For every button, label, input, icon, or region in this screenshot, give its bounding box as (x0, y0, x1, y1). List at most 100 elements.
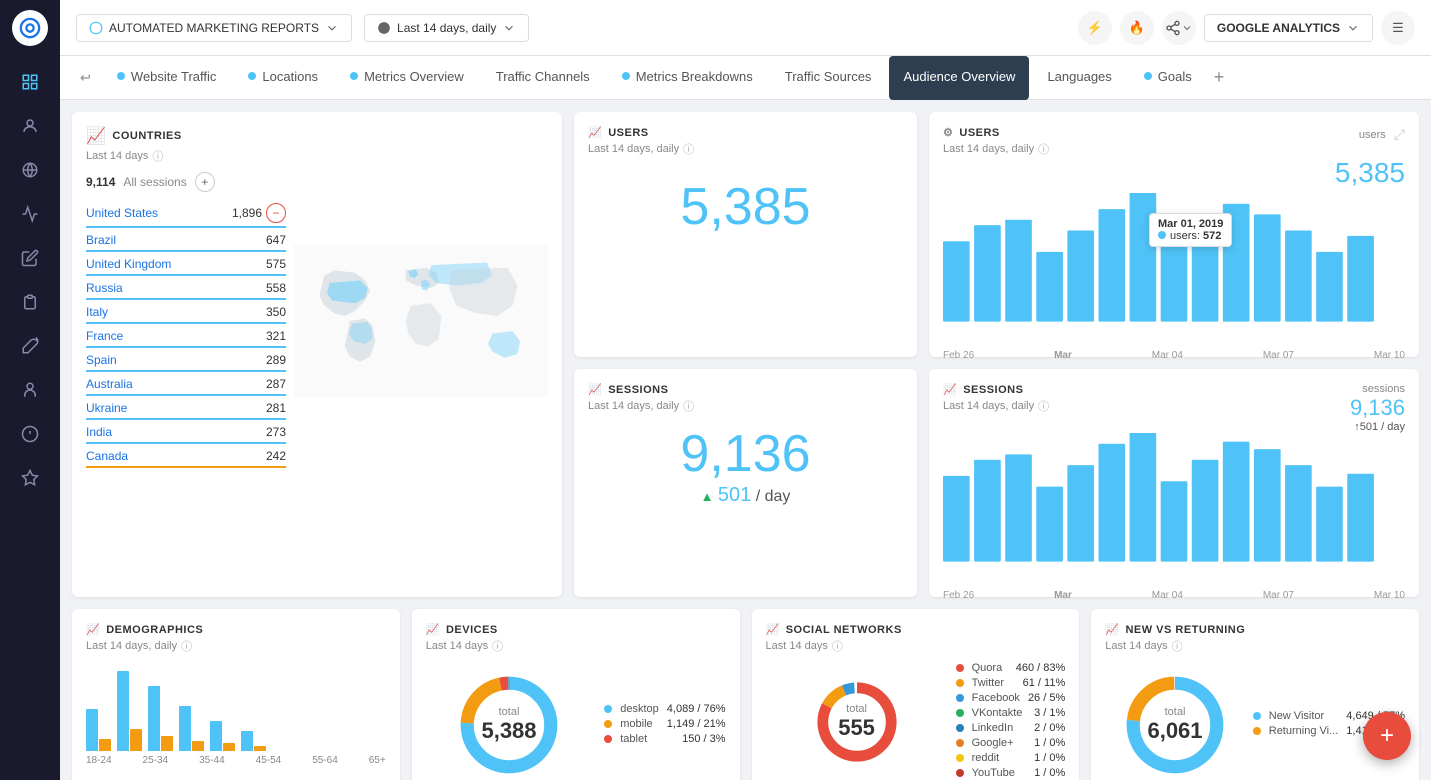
menu-icon-btn[interactable]: ☰ (1381, 11, 1415, 45)
tab-traffic-sources[interactable]: Traffic Sources (771, 56, 886, 100)
tab-goals[interactable]: Goals (1130, 56, 1206, 100)
expand-icon[interactable]: ⤢ (1394, 126, 1405, 143)
new-returning-subtitle: Last 14 days ⓘ (1105, 638, 1405, 654)
topbar-actions: ⚡ 🔥 GOOGLE ANALYTICS ☰ (1078, 11, 1415, 45)
sidebar-item-clipboard[interactable] (12, 284, 48, 320)
info-icon[interactable]: ⓘ (152, 148, 163, 164)
country-name[interactable]: India (86, 425, 112, 439)
tab-label: Audience Overview (903, 69, 1015, 84)
users-subtitle: Last 14 days, daily ⓘ (588, 141, 903, 157)
world-map (294, 172, 548, 470)
legend-item-vkontakte: VKontakte 3 / 1% (956, 707, 1066, 719)
tab-label: Languages (1047, 69, 1111, 84)
country-name[interactable]: Russia (86, 281, 123, 295)
tab-traffic-channels[interactable]: Traffic Channels (482, 56, 604, 100)
info-icon[interactable]: ⓘ (1038, 398, 1049, 414)
report-selector[interactable]: AUTOMATED MARKETING REPORTS (76, 14, 352, 42)
trend-icon: 📈 (588, 383, 602, 396)
sidebar-item-person[interactable] (12, 372, 48, 408)
devices-legend: desktop 4,089 / 76% mobile 1,149 / 21% t… (604, 703, 725, 748)
sidebar-item-settings[interactable] (12, 460, 48, 496)
app-logo[interactable] (12, 10, 48, 46)
users-chart-subtitle: Last 14 days, daily ⓘ (943, 141, 1049, 157)
legend-dot (956, 754, 964, 762)
trend-icon: 📈 (86, 623, 100, 636)
fire-icon-btn[interactable]: 🔥 (1120, 11, 1154, 45)
sidebar-item-users[interactable] (12, 108, 48, 144)
tab-label: Locations (262, 69, 318, 84)
devices-subtitle: Last 14 days ⓘ (426, 638, 726, 654)
share-icon-btn[interactable] (1162, 11, 1196, 45)
sessions-chart-area: Feb 26 Mar Mar 04 Mar 07 Mar 10 (943, 433, 1405, 583)
chart-x-labels: Feb 26 Mar Mar 04 Mar 07 Mar 10 (943, 350, 1405, 361)
expand-btn[interactable]: + (195, 172, 215, 192)
info-icon[interactable]: ⓘ (1038, 141, 1049, 157)
country-name[interactable]: Brazil (86, 233, 116, 247)
info-icon[interactable]: ⓘ (683, 141, 694, 157)
country-value: 287 (266, 377, 286, 391)
country-name[interactable]: Canada (86, 449, 128, 463)
users-title: 📈 USERS (588, 126, 903, 139)
country-value: 281 (266, 401, 286, 415)
country-row-us: United States 1,896 − (86, 200, 286, 228)
nav-back-arrow[interactable]: ↩ (72, 70, 99, 86)
legend-item-tablet: tablet 150 / 3% (604, 733, 725, 745)
sessions-chart-value: 9,136 (1350, 395, 1405, 421)
collapse-btn[interactable]: − (266, 203, 286, 223)
country-row-fr: France 321 (86, 326, 286, 348)
users-metric-card: 📈 USERS Last 14 days, daily ⓘ 5,385 (574, 112, 917, 357)
country-name[interactable]: Italy (86, 305, 108, 319)
country-name[interactable]: United States (86, 206, 158, 220)
fab-button[interactable]: + (1363, 712, 1411, 760)
country-name[interactable]: Spain (86, 353, 117, 367)
info-icon[interactable]: ⓘ (683, 398, 694, 414)
info-icon[interactable]: ⓘ (1172, 638, 1183, 654)
legend-item-mobile: mobile 1,149 / 21% (604, 718, 725, 730)
bar-orange (99, 739, 111, 751)
country-name[interactable]: United Kingdom (86, 257, 171, 271)
country-row-br: Brazil 647 (86, 230, 286, 252)
tab-metrics-breakdowns[interactable]: Metrics Breakdowns (608, 56, 767, 100)
tab-website-traffic[interactable]: Website Traffic (103, 56, 231, 100)
users-chart-card: ⚙ USERS Last 14 days, daily ⓘ users ⤢ 5,… (929, 112, 1419, 357)
country-name[interactable]: Ukraine (86, 401, 127, 415)
social-donut: total 555 (812, 677, 902, 767)
date-selector[interactable]: Last 14 days, daily (364, 14, 529, 42)
sidebar-item-analytics[interactable] (12, 196, 48, 232)
lightning-icon-btn[interactable]: ⚡ (1078, 11, 1112, 45)
sidebar-item-brush[interactable] (12, 328, 48, 364)
bar-blue (86, 709, 98, 751)
countries-subtitle: Last 14 days ⓘ (86, 148, 548, 164)
legend-dot (604, 705, 612, 713)
legend-item-linkedin: LinkedIn 2 / 0% (956, 722, 1066, 734)
sidebar-item-edit[interactable] (12, 240, 48, 276)
trend-icon: 📈 (766, 623, 780, 636)
add-tab-button[interactable]: + (1214, 67, 1225, 88)
country-name[interactable]: Australia (86, 377, 133, 391)
sidebar-item-info[interactable] (12, 416, 48, 452)
navigation-tabs: ↩ Website Traffic Locations Metrics Over… (60, 56, 1431, 100)
tab-metrics-overview[interactable]: Metrics Overview (336, 56, 478, 100)
platform-selector[interactable]: GOOGLE ANALYTICS (1204, 14, 1373, 42)
info-icon[interactable]: ⓘ (832, 638, 843, 654)
users-chart-value: 5,385 (943, 157, 1405, 189)
sidebar-item-globe[interactable] (12, 152, 48, 188)
sidebar-item-dashboard[interactable] (12, 64, 48, 100)
sessions-chart-title: 📈 SESSIONS (943, 383, 1049, 396)
tab-languages[interactable]: Languages (1033, 56, 1125, 100)
info-icon[interactable]: ⓘ (492, 638, 503, 654)
tab-audience-overview[interactable]: Audience Overview (889, 56, 1029, 100)
info-icon[interactable]: ⓘ (181, 638, 192, 654)
new-returning-card: 📈 NEW VS RETURNING Last 14 days ⓘ (1091, 609, 1419, 780)
country-value: 575 (266, 257, 286, 271)
country-name[interactable]: France (86, 329, 123, 343)
trend-icon: 📈 (426, 623, 440, 636)
country-row-uk: United Kingdom 575 (86, 254, 286, 276)
social-body: total 555 Quora 460 / 83% Twitter (766, 662, 1066, 780)
social-legend: Quora 460 / 83% Twitter 61 / 11% Faceboo… (956, 662, 1066, 780)
sessions-up-arrow: ▲ (701, 489, 714, 504)
platform-label: GOOGLE ANALYTICS (1217, 21, 1340, 35)
country-row-it: Italy 350 (86, 302, 286, 324)
main-content: AUTOMATED MARKETING REPORTS Last 14 days… (60, 0, 1431, 780)
tab-locations[interactable]: Locations (234, 56, 332, 100)
